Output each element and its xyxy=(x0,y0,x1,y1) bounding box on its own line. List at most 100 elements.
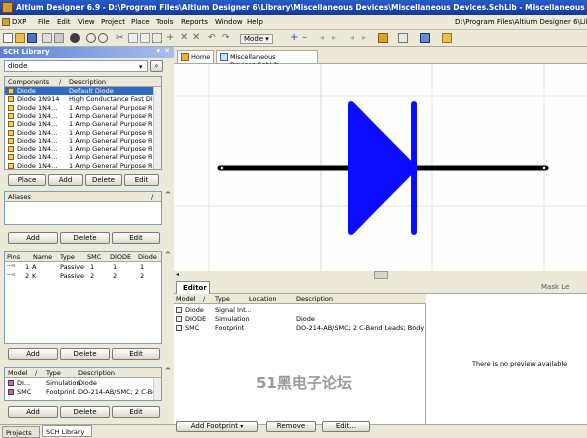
models-collapse-icon[interactable]: ^ xyxy=(165,367,171,375)
edit-component-button[interactable]: Edit xyxy=(124,174,159,186)
menu-file[interactable]: File xyxy=(38,18,50,26)
edit-alias-button[interactable]: Edit xyxy=(112,232,160,244)
menu-help[interactable]: Help xyxy=(247,18,263,26)
report-icon[interactable] xyxy=(398,33,408,43)
menu-view[interactable]: View xyxy=(78,18,95,26)
filter-dropdown-icon[interactable]: ▾ xyxy=(139,63,143,71)
prev-icon[interactable]: ◂ xyxy=(320,33,330,43)
menu-edit[interactable]: Edit xyxy=(57,18,71,26)
scroll-thumb[interactable] xyxy=(374,271,388,279)
next-icon[interactable]: ▸ xyxy=(332,33,342,43)
explorer-icon[interactable] xyxy=(70,33,80,43)
editor-model-row[interactable]: Diode Signal Int... xyxy=(174,306,426,314)
delete-alias-button[interactable]: Delete xyxy=(60,232,110,244)
menu-reports[interactable]: Reports xyxy=(181,18,208,26)
search-button[interactable]: ⌕ xyxy=(150,60,163,72)
delete-component-button[interactable]: Delete xyxy=(85,174,122,186)
col-type[interactable]: Type xyxy=(215,295,230,303)
line-icon[interactable]: – xyxy=(302,33,312,43)
mask-level-label[interactable]: Mask Le xyxy=(541,283,569,291)
tools-icon[interactable] xyxy=(378,33,388,43)
select-icon[interactable] xyxy=(152,33,162,43)
col-type[interactable]: Type xyxy=(46,369,61,377)
panel-close-icon[interactable]: ✕ xyxy=(164,47,170,55)
col-description[interactable]: Description xyxy=(78,369,115,377)
col-location[interactable]: Location xyxy=(249,295,277,303)
component-row[interactable]: Diode 1N4... 1 Amp General Purpose R... xyxy=(5,120,159,128)
model-row[interactable]: SMC Footprint DO-214-AB/SMC; 2 C-Ber xyxy=(5,388,159,396)
add-component-button[interactable]: Add xyxy=(48,174,83,186)
last-icon[interactable]: ▸ xyxy=(362,33,372,43)
col-model[interactable]: Model xyxy=(8,369,28,377)
model-row[interactable]: DI... Simulation Diode xyxy=(5,379,153,387)
edit-model-button[interactable]: Edit xyxy=(112,406,160,418)
schematic-canvas[interactable] xyxy=(174,64,587,271)
col-pins[interactable]: Pins xyxy=(7,253,20,261)
grid-icon[interactable] xyxy=(420,33,430,43)
tab-schlib[interactable]: Miscellaneous Devices.SchLib xyxy=(216,50,318,69)
col-components[interactable]: Components xyxy=(8,78,49,86)
remove-button[interactable]: Remove xyxy=(266,421,316,432)
add-alias-button[interactable]: Add xyxy=(8,232,58,244)
menu-tools[interactable]: Tools xyxy=(156,18,173,26)
component-row[interactable]: Diode 1N4... 1 Amp General Purpose R... xyxy=(5,129,159,137)
redo-icon[interactable]: ↷ xyxy=(222,33,232,43)
col-aliases[interactable]: Aliases xyxy=(8,193,31,201)
aliases-collapse-icon[interactable]: ^ xyxy=(165,191,171,199)
col-diode-caps[interactable]: DIODE xyxy=(110,253,131,261)
move-icon[interactable]: + xyxy=(166,33,176,43)
edit-model-button[interactable]: Edit... xyxy=(322,421,370,432)
add-pin-button[interactable]: Add xyxy=(8,348,58,360)
col-description[interactable]: Description xyxy=(296,295,333,303)
undo-icon[interactable]: ↶ xyxy=(208,33,218,43)
edit-pin-button[interactable]: Edit xyxy=(112,348,160,360)
save-icon[interactable] xyxy=(27,33,37,43)
col-diode[interactable]: Diode xyxy=(138,253,157,261)
cut-icon[interactable]: ✂ xyxy=(116,33,126,43)
component-row[interactable]: Diode 1N4... 1 Amp General Purpose R... xyxy=(5,153,159,161)
add-pin-icon[interactable]: + xyxy=(290,33,300,43)
component-row[interactable]: Diode 1N4... 1 Amp General Purpose R... xyxy=(5,104,159,112)
delete-model-button[interactable]: Delete xyxy=(60,406,110,418)
editor-model-row[interactable]: DIODE Simulation Diode xyxy=(174,315,426,323)
new-icon[interactable] xyxy=(3,33,13,43)
col-smc[interactable]: SMC xyxy=(87,253,101,261)
col-description[interactable]: Description xyxy=(69,78,106,86)
delete-pin-button[interactable]: Delete xyxy=(60,348,110,360)
print-preview-icon[interactable] xyxy=(54,33,64,43)
menu-window[interactable]: Window xyxy=(215,18,243,26)
col-model[interactable]: Model xyxy=(176,295,196,303)
filter-input[interactable]: diode xyxy=(4,60,148,72)
print-icon[interactable] xyxy=(42,33,52,43)
tab-home[interactable]: Home xyxy=(177,50,214,63)
component-row[interactable]: Diode 1N4... 1 Amp General Purpose R... xyxy=(5,162,159,169)
pin-row[interactable]: —⊲ 1 A Passive 1 1 1 xyxy=(5,263,161,271)
models-scrollbar[interactable] xyxy=(153,378,161,400)
mode-dropdown[interactable]: Mode ▾ xyxy=(240,34,273,44)
tab-editor[interactable]: Editor xyxy=(176,281,210,294)
canvas-hscrollbar[interactable]: ◂ xyxy=(174,271,587,279)
component-row[interactable]: Diode 1N4... 1 Amp General Purpose R... xyxy=(5,112,159,120)
component-row[interactable]: Diode 1N4... 1 Amp General Purpose R... xyxy=(5,145,159,153)
paste-icon[interactable] xyxy=(140,33,150,43)
open-icon[interactable] xyxy=(15,33,25,43)
deselect-icon[interactable]: ✕ xyxy=(192,33,202,43)
folder-icon[interactable] xyxy=(442,33,452,43)
cross-icon[interactable]: ✕ xyxy=(180,33,190,43)
pins-collapse-icon[interactable]: ^ xyxy=(165,251,171,259)
add-footprint-button[interactable]: Add Footprint ▾ xyxy=(176,421,258,432)
add-model-button[interactable]: Add xyxy=(8,406,58,418)
menu-project[interactable]: Project xyxy=(101,18,125,26)
tab-sch-library[interactable]: SCH Library xyxy=(42,425,92,437)
component-row[interactable]: Diode Default Diode xyxy=(5,87,153,96)
first-icon[interactable]: ◂ xyxy=(350,33,360,43)
copy-icon[interactable] xyxy=(128,33,138,43)
components-scrollbar[interactable] xyxy=(153,87,161,169)
col-type[interactable]: Type xyxy=(60,253,75,261)
scroll-left-icon[interactable]: ◂ xyxy=(176,271,179,278)
menu-dxp[interactable]: DXP xyxy=(12,18,26,26)
component-row[interactable]: Diode 1N914 High Conductance Fast Di... xyxy=(5,95,159,103)
menu-place[interactable]: Place xyxy=(131,18,150,26)
col-name[interactable]: Name xyxy=(33,253,52,261)
tab-projects[interactable]: Projects xyxy=(2,426,40,438)
